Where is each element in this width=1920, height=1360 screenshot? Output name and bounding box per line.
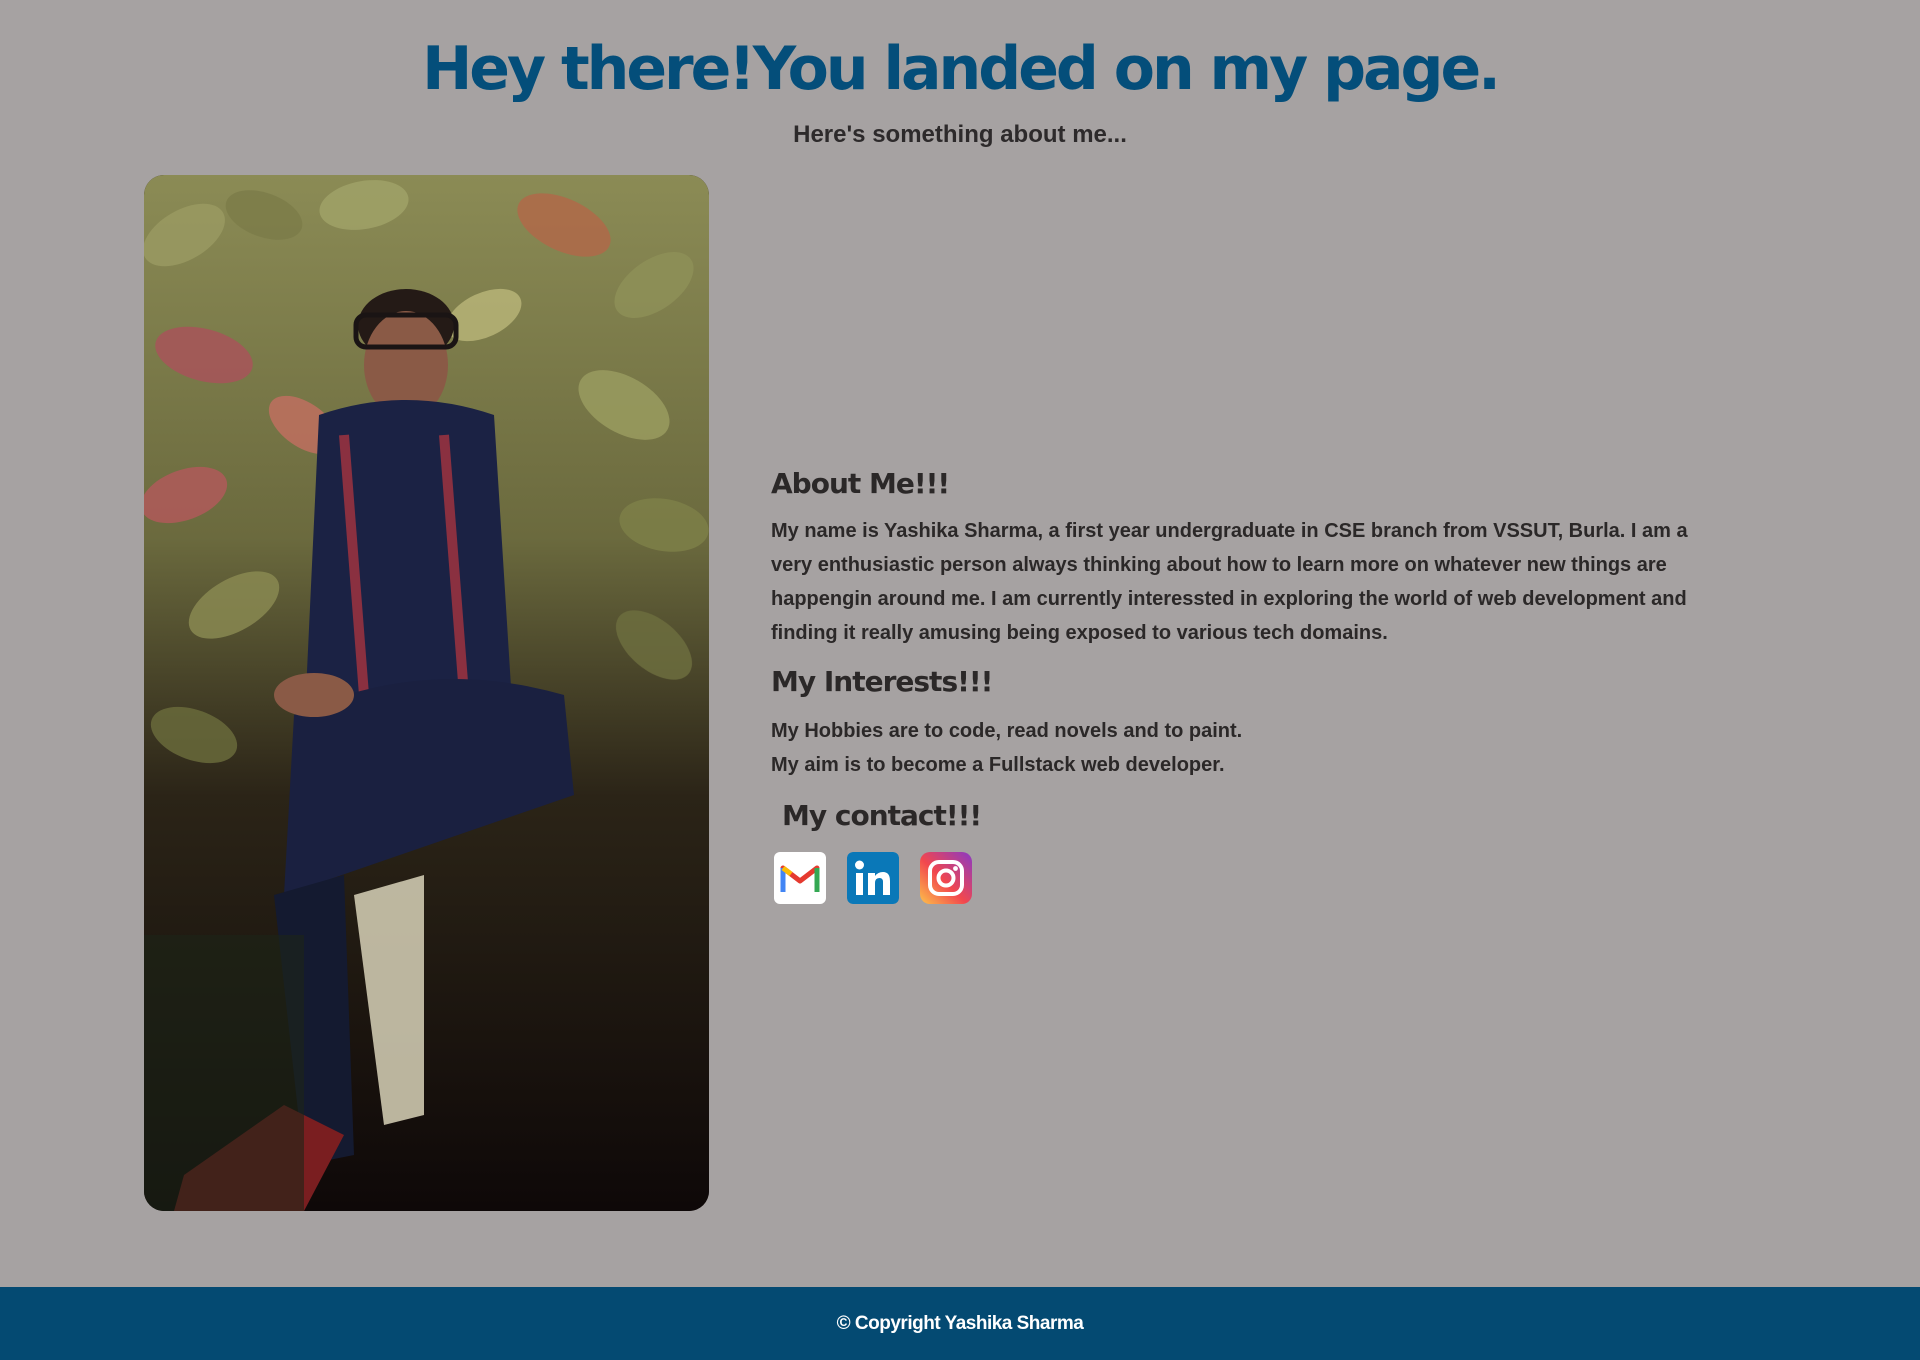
profile-photo — [144, 175, 709, 1211]
gmail-icon[interactable] — [774, 852, 826, 904]
about-heading: About Me!!! — [771, 467, 950, 500]
linkedin-icon[interactable] — [847, 852, 899, 904]
page: Hey there!You landed on my page. Here's … — [0, 0, 1920, 1360]
hobbies-text: My Hobbies are to code, read novels and … — [771, 720, 1243, 742]
about-text: My name is Yashika Sharma, a first year … — [771, 520, 1688, 644]
footer: © Copyright Yashika Sharma — [0, 1287, 1920, 1360]
page-subtitle: Here's something about me... — [793, 121, 1127, 148]
contact-heading: My contact!!! — [782, 799, 982, 832]
copyright-text: © Copyright Yashika Sharma — [836, 1312, 1084, 1334]
instagram-icon[interactable] — [920, 852, 972, 904]
aim-text: My aim is to become a Fullstack web deve… — [771, 754, 1225, 776]
page-title: Hey there!You landed on my page. — [422, 34, 1501, 104]
contact-icons — [771, 852, 1711, 904]
content-section: About Me!!! My name is Yashika Sharma, a… — [771, 464, 1711, 904]
interests-heading: My Interests!!! — [771, 665, 993, 698]
